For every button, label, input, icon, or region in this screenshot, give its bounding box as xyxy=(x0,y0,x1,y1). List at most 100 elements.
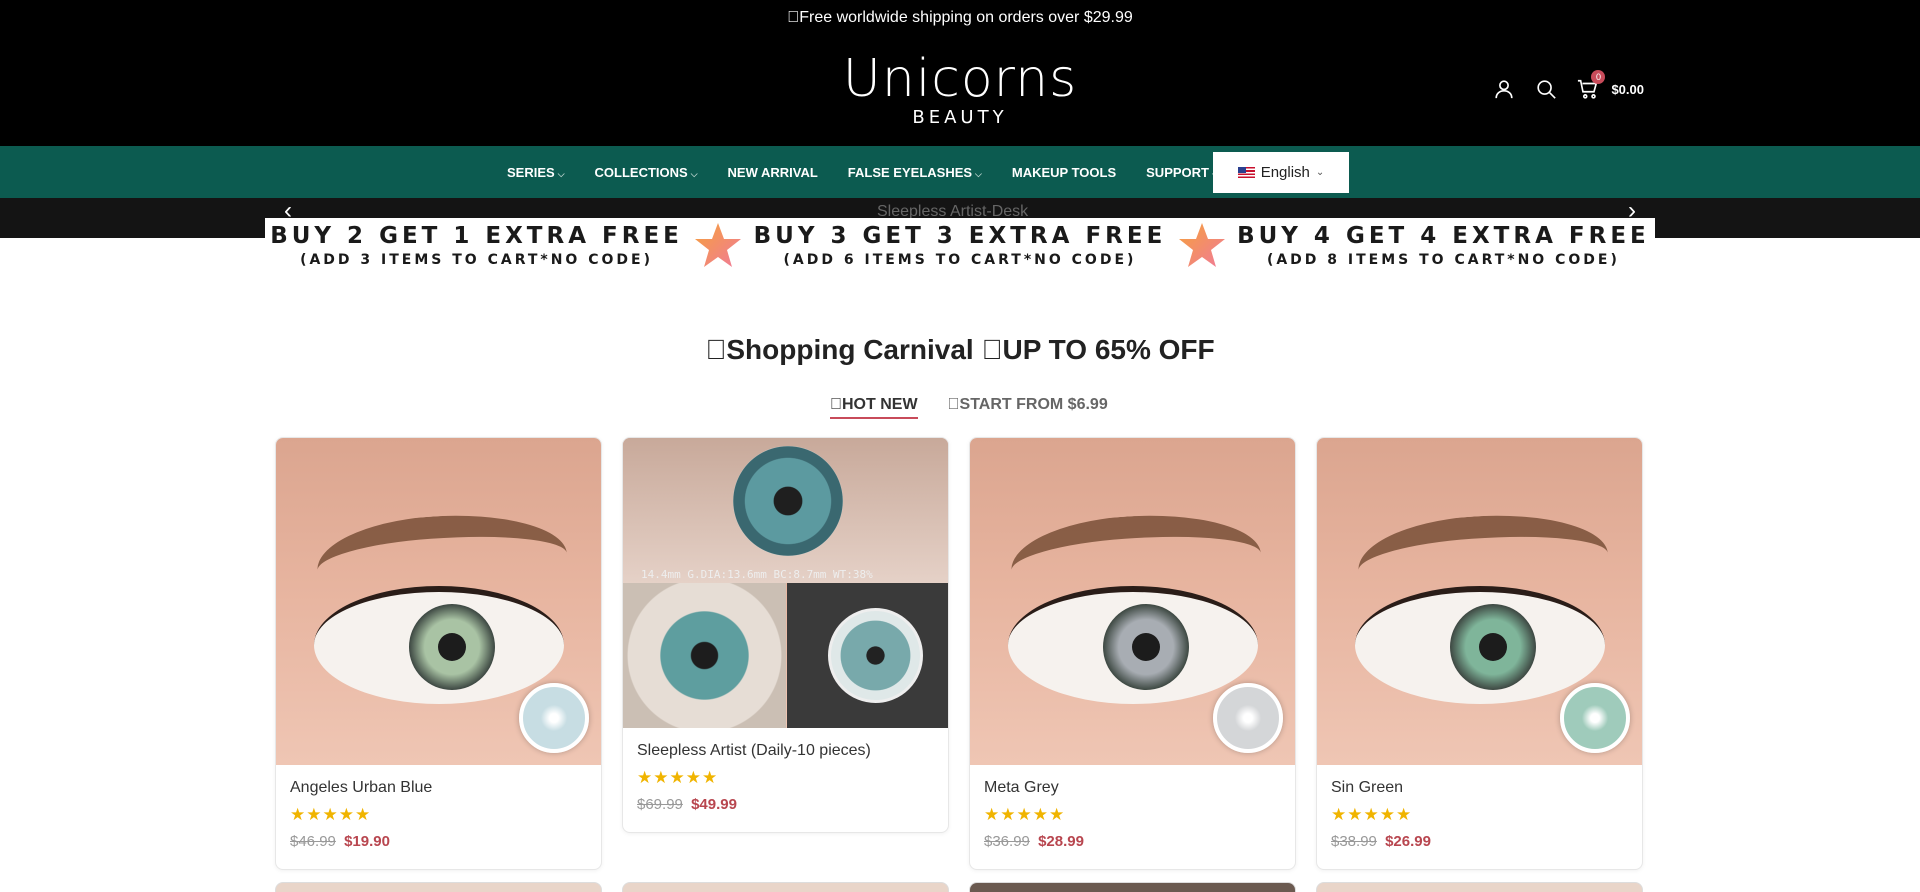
nav-item-series[interactable]: SERIES ⌵ xyxy=(507,165,565,180)
rating-stars: ★★★★★ xyxy=(984,805,1066,824)
next-row-card[interactable] xyxy=(275,882,602,892)
top-header: Free worldwide shipping on orders over … xyxy=(0,0,1920,146)
product-info: Meta Grey ★★★★★ $36.99 $28.99 xyxy=(970,765,1295,869)
pupil-shape xyxy=(1479,633,1507,661)
tab-start-from[interactable]: START FROM $6.99 xyxy=(948,396,1108,419)
section-title: Shopping Carnival UP TO 65% OFF xyxy=(705,334,1214,365)
nav-item-label: COLLECTIONS xyxy=(594,164,688,180)
eye-shape xyxy=(314,586,564,704)
product-info: Sin Green ★★★★★ $38.99 $26.99 xyxy=(1317,765,1642,869)
product-image[interactable] xyxy=(1317,438,1642,765)
next-row-card[interactable] xyxy=(622,882,949,892)
sale-price: $19.90 xyxy=(344,833,390,850)
iris-shape xyxy=(409,604,495,690)
sale-price: $49.99 xyxy=(691,796,737,813)
iris-shape xyxy=(733,446,843,556)
nav-item-support[interactable]: SUPPORT⌵ xyxy=(1146,165,1219,180)
product-image[interactable] xyxy=(970,438,1295,765)
tab-hot-new[interactable]: HOT NEW xyxy=(830,396,918,419)
language-selector[interactable]: English ⌄ xyxy=(1213,152,1349,193)
nav-items: SERIES ⌵ COLLECTIONS ⌵ NEW ARRIVAL FALSE EYEL… xyxy=(507,146,1249,198)
product-image[interactable] xyxy=(276,438,601,765)
product-card[interactable]: Angeles Urban Blue ★★★★★ $46.99 $19.90 xyxy=(275,437,602,870)
deal-3: BUY 4 GET 4 EXTRA FREE (ADD 8 ITEMS TO C… xyxy=(1237,222,1650,270)
logo-sub-text: BEAUTY xyxy=(912,107,1008,128)
deal-headline: BUY 4 GET 4 EXTRA FREE xyxy=(1237,223,1650,249)
account-icon[interactable] xyxy=(1493,78,1515,100)
iris-shape xyxy=(1450,604,1536,690)
nav-item-label: FALSE EYELASHES xyxy=(847,164,973,180)
chevron-down-icon: ⌵ xyxy=(557,168,565,179)
main-nav: SERIES ⌵ COLLECTIONS ⌵ NEW ARRIVAL FALSE EYEL… xyxy=(0,146,1920,198)
deal-detail: (ADD 8 ITEMS TO CART*NO CODE) xyxy=(1266,252,1620,268)
product-card[interactable]: Sin Green ★★★★★ $38.99 $26.99 xyxy=(1316,437,1643,870)
product-name[interactable]: Sleepless Artist (Daily-10 pieces) xyxy=(637,738,934,764)
site-logo[interactable]: Unicorns BEAUTY xyxy=(830,50,1090,132)
product-name[interactable]: Angeles Urban Blue xyxy=(290,775,587,801)
eye-model-photo xyxy=(623,583,786,728)
product-price: $38.99 $26.99 xyxy=(1331,829,1628,855)
lens-thumbnail xyxy=(1213,683,1283,753)
lens-thumbnail xyxy=(519,683,589,753)
lens-spec-text: 14.4mm G.DIA:13.6mm BC:8.7mm WT:38% xyxy=(641,568,873,581)
pupil-shape xyxy=(438,633,466,661)
product-image[interactable]: 14.4mm G.DIA:13.6mm BC:8.7mm WT:38% xyxy=(623,438,948,728)
deal-detail: (ADD 3 ITEMS TO CART*NO CODE) xyxy=(300,252,653,268)
product-tabs: HOT NEW START FROM $6.99 xyxy=(830,396,1108,419)
rating-stars: ★★★★★ xyxy=(637,768,719,787)
chevron-down-icon: ⌄ xyxy=(1315,167,1325,178)
product-price: $69.99 $49.99 xyxy=(637,792,934,818)
nav-item-label: SERIES xyxy=(507,164,555,180)
language-label: English xyxy=(1260,164,1310,181)
eyebrow-shape xyxy=(1008,507,1262,585)
promo-banner[interactable]: BUY 2 GET 1 EXTRA FREE (ADD 3 ITEMS TO C… xyxy=(265,218,1655,274)
iris-shape xyxy=(1103,604,1189,690)
deal-headline: BUY 3 GET 3 EXTRA FREE xyxy=(753,223,1167,249)
rating-stars: ★★★★★ xyxy=(290,805,372,824)
lens-thumbnail xyxy=(828,608,923,703)
cart-button[interactable]: 0 $0.00 xyxy=(1577,70,1644,100)
nav-item-label: NEW ARRIVAL xyxy=(727,164,818,180)
cart-total: $0.00 xyxy=(1611,81,1644,97)
cart-count-badge: 0 xyxy=(1591,70,1606,84)
nav-item-collections[interactable]: COLLECTIONS ⌵ xyxy=(595,165,698,180)
eyebrow-shape xyxy=(1355,507,1609,585)
deal-detail: (ADD 6 ITEMS TO CART*NO CODE) xyxy=(783,252,1137,268)
deal-headline: BUY 2 GET 1 EXTRA FREE xyxy=(270,223,683,249)
us-flag-icon xyxy=(1237,167,1255,178)
sale-price: $26.99 xyxy=(1385,833,1431,850)
next-row-card[interactable] xyxy=(969,882,1296,892)
product-grid: Angeles Urban Blue ★★★★★ $46.99 $19.90 1… xyxy=(275,437,1645,892)
nav-item-makeup-tools[interactable]: MAKEUP TOOLS xyxy=(1012,165,1116,180)
nav-item-new-arrival[interactable]: NEW ARRIVAL xyxy=(728,165,818,180)
header-actions: 0 $0.00 xyxy=(1493,70,1644,100)
star-icon xyxy=(1178,223,1225,267)
original-price: $69.99 xyxy=(637,796,683,813)
original-price: $46.99 xyxy=(290,833,336,850)
product-price: $36.99 $28.99 xyxy=(984,829,1281,855)
eye-shape xyxy=(1008,586,1258,704)
next-row-card[interactable] xyxy=(1316,882,1643,892)
star-icon xyxy=(695,223,742,267)
product-card[interactable]: Meta Grey ★★★★★ $36.99 $28.99 xyxy=(969,437,1296,870)
product-info: Sleepless Artist (Daily-10 pieces) ★★★★★… xyxy=(623,728,948,832)
pupil-shape xyxy=(1132,633,1160,661)
sale-price: $28.99 xyxy=(1038,833,1084,850)
chevron-down-icon: ⌵ xyxy=(975,168,982,179)
product-name[interactable]: Sin Green xyxy=(1331,775,1628,801)
lens-thumbnail xyxy=(1560,683,1630,753)
product-card[interactable]: 14.4mm G.DIA:13.6mm BC:8.7mm WT:38% Slee… xyxy=(622,437,949,833)
original-price: $38.99 xyxy=(1331,833,1377,850)
logo-main-text: Unicorns xyxy=(842,49,1078,109)
nav-item-false-eyelashes[interactable]: FALSE EYELASHES ⌵ xyxy=(848,165,982,180)
deal-2: BUY 3 GET 3 EXTRA FREE (ADD 6 ITEMS TO C… xyxy=(754,222,1167,270)
nav-item-label: MAKEUP TOOLS xyxy=(1011,164,1117,180)
original-price: $36.99 xyxy=(984,833,1030,850)
deal-1: BUY 2 GET 1 EXTRA FREE (ADD 3 ITEMS TO C… xyxy=(270,222,683,270)
product-name[interactable]: Meta Grey xyxy=(984,775,1281,801)
rating-stars: ★★★★★ xyxy=(1331,805,1413,824)
search-icon[interactable] xyxy=(1535,78,1557,100)
announcement-bar: Free worldwide shipping on orders over … xyxy=(787,9,1133,26)
nav-item-label: SUPPORT xyxy=(1146,164,1209,180)
product-price: $46.99 $19.90 xyxy=(290,829,587,855)
